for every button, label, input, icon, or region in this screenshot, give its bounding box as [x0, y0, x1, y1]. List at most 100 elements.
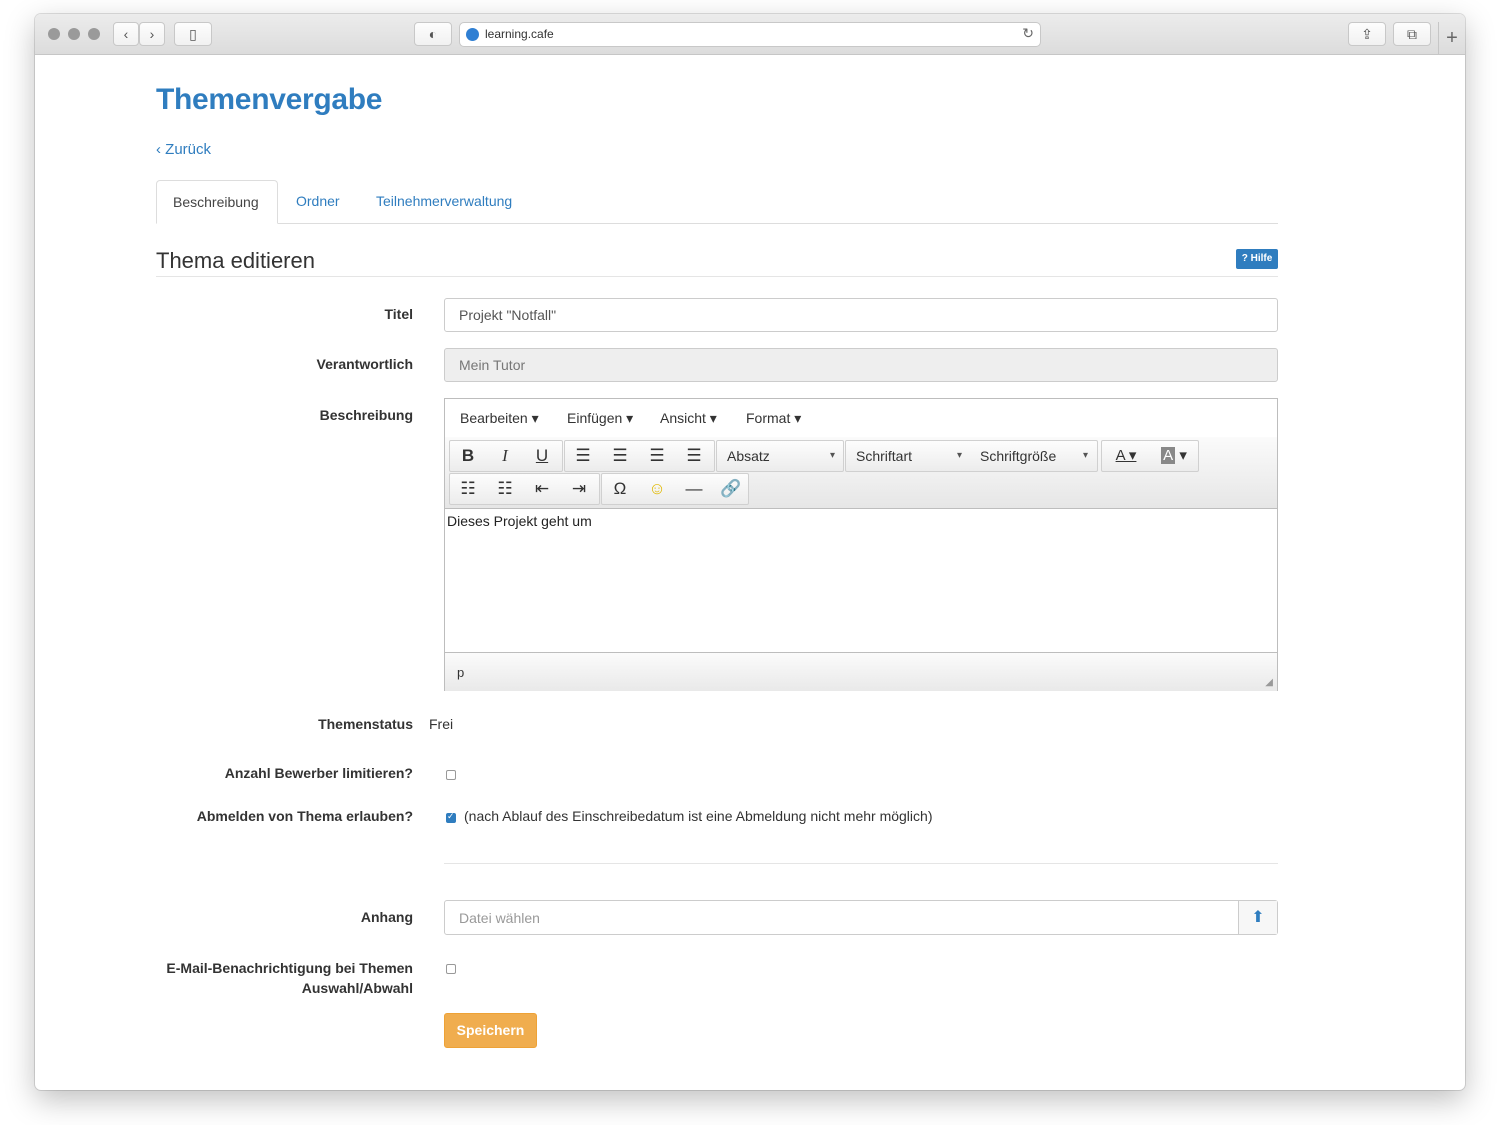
verantwortlich-input: Mein Tutor: [444, 348, 1278, 382]
align-group: ☰ ☰ ☰ ☰: [564, 440, 715, 472]
menu-bearbeiten[interactable]: Bearbeiten ▾: [460, 410, 539, 427]
new-tab-button[interactable]: +: [1438, 22, 1465, 54]
help-button[interactable]: ? Hilfe: [1236, 249, 1278, 269]
color-group: A ▾ A ▾: [1101, 440, 1199, 472]
tab-teilnehmerverwaltung[interactable]: Teilnehmerverwaltung: [360, 180, 528, 223]
menu-ansicht-label: Ansicht: [660, 410, 706, 426]
address-bar[interactable]: learning.cafe ↻: [459, 22, 1041, 47]
underline-icon[interactable]: U: [524, 441, 560, 471]
block-format-label: Absatz ▾: [717, 441, 843, 471]
abmelden-checkbox[interactable]: [446, 811, 456, 823]
font-family-dropdown[interactable]: Schriftart ▾: [846, 441, 970, 471]
menu-bearbeiten-label: Bearbeiten: [460, 410, 528, 426]
resize-grip-icon[interactable]: ◢: [1265, 677, 1273, 688]
browser-window: ‹ › ▯ ◐ learning.cafe ↻ ⇪ ⧉ + Themenverg…: [35, 14, 1465, 1090]
titel-input[interactable]: Projekt "Notfall": [444, 298, 1278, 332]
indent-icon[interactable]: ⇥: [561, 474, 597, 504]
reload-icon[interactable]: ↻: [1022, 25, 1034, 42]
block-format-dropdown[interactable]: Absatz ▾: [716, 440, 844, 472]
editor-toolbar: B I U ☰ ☰ ☰ ☰ Absatz ▾ Schriftart ▾ Schrif…: [445, 437, 1277, 509]
question-icon: ?: [1241, 253, 1251, 264]
text-color-icon[interactable]: A ▾: [1102, 441, 1150, 471]
outdent-icon[interactable]: ⇤: [524, 474, 560, 504]
email-label-line2: Auswahl/Abwahl: [301, 980, 413, 996]
italic-icon[interactable]: I: [487, 441, 523, 471]
form-divider: [444, 863, 1278, 864]
menu-einfuegen-label: Einfügen: [567, 410, 623, 426]
align-center-icon[interactable]: ☰: [639, 441, 675, 471]
plus-icon: +: [1446, 27, 1458, 49]
abmelden-note: (nach Ablauf des Einschreibedatum ist ei…: [464, 808, 933, 824]
url-text: learning.cafe: [485, 27, 554, 41]
numbered-list-icon[interactable]: ☷: [487, 474, 523, 504]
chevron-left-icon: ‹: [156, 141, 166, 158]
minimize-window-icon[interactable]: [68, 28, 80, 40]
tab-ordner[interactable]: Ordner: [280, 180, 356, 223]
font-size-dropdown[interactable]: Schriftgröße ▾: [970, 441, 1096, 471]
file-input[interactable]: Datei wählen ⬆: [444, 900, 1278, 935]
editor-statusbar: p ◢: [445, 652, 1277, 691]
caret-icon: ▾: [1082, 450, 1088, 461]
omega-icon[interactable]: Ω: [602, 474, 638, 504]
browser-titlebar: ‹ › ▯ ◐ learning.cafe ↻ ⇪ ⧉ +: [35, 14, 1465, 55]
email-label-line1: E-Mail-Benachrichtigung bei Themen: [166, 960, 413, 976]
sidebar-toggle-button[interactable]: ▯: [174, 22, 212, 46]
upload-button[interactable]: ⬆: [1238, 901, 1277, 934]
rich-text-editor: Bearbeiten ▾ Einfügen ▾ Ansicht ▾ Format…: [444, 398, 1278, 691]
shield-icon: ◐: [428, 26, 438, 42]
abmelden-label: Abmelden von Thema erlauben?: [196, 808, 413, 824]
bullet-list-icon[interactable]: ☷: [450, 474, 486, 504]
font-family-value: Schriftart: [856, 448, 913, 464]
block-format-value: Absatz: [727, 448, 770, 464]
verantwortlich-label: Verantwortlich: [316, 356, 413, 372]
align-right-icon[interactable]: ☰: [602, 441, 638, 471]
link-icon[interactable]: 🔗: [713, 474, 749, 504]
caret-icon: ▾: [829, 450, 835, 461]
anzahl-label: Anzahl Bewerber limitieren?: [224, 765, 413, 781]
anhang-label: Anhang: [360, 909, 413, 925]
background-color-icon[interactable]: A ▾: [1150, 441, 1198, 471]
tab-beschreibung[interactable]: Beschreibung: [156, 180, 278, 224]
share-icon: ⇪: [1361, 25, 1373, 42]
email-checkbox[interactable]: [446, 964, 456, 974]
section-divider: [156, 276, 1278, 277]
back-link-label: Zurück: [165, 141, 212, 158]
tabs-icon: ⧉: [1407, 25, 1417, 42]
format-group: B I U: [449, 440, 563, 472]
page-title: Themenvergabe: [156, 83, 383, 116]
tab-bar: Beschreibung Ordner Teilnehmerverwaltung: [156, 180, 1278, 224]
share-button[interactable]: ⇪: [1348, 22, 1386, 46]
chevron-right-icon: ›: [149, 26, 155, 42]
emoticon-icon[interactable]: ☺: [639, 474, 675, 504]
anzahl-checkbox[interactable]: [446, 770, 456, 780]
menu-einfuegen[interactable]: Einfügen ▾: [567, 410, 633, 427]
forward-nav-button[interactable]: ›: [139, 22, 165, 46]
align-justify-icon[interactable]: ☰: [565, 441, 601, 471]
font-dropdowns: Schriftart ▾ Schriftgröße ▾: [845, 440, 1098, 472]
align-left-icon[interactable]: ☰: [676, 441, 712, 471]
tabs-overview-button[interactable]: ⧉: [1393, 22, 1431, 46]
menu-ansicht[interactable]: Ansicht ▾: [660, 410, 717, 427]
maximize-window-icon[interactable]: [88, 28, 100, 40]
beschreibung-label: Beschreibung: [319, 407, 413, 423]
editor-content[interactable]: Dieses Projekt geht um: [445, 509, 1277, 652]
menu-format[interactable]: Format ▾: [746, 410, 801, 427]
titel-label: Titel: [384, 306, 413, 322]
back-nav-button[interactable]: ‹: [113, 22, 139, 46]
horizontal-rule-icon[interactable]: —: [676, 474, 712, 504]
globe-icon: [466, 28, 479, 41]
file-placeholder: Datei wählen: [459, 910, 540, 926]
back-link[interactable]: ‹ Zurück: [156, 141, 211, 158]
help-label: Hilfe: [1250, 253, 1273, 264]
close-window-icon[interactable]: [48, 28, 60, 40]
list-group: ☷ ☷ ⇤ ⇥: [449, 473, 600, 505]
chevron-left-icon: ‹: [123, 26, 129, 42]
themenstatus-label: Themenstatus: [318, 716, 413, 732]
editor-menubar: Bearbeiten ▾ Einfügen ▾ Ansicht ▾ Format…: [445, 399, 1277, 438]
privacy-button[interactable]: ◐: [414, 22, 452, 46]
bold-icon[interactable]: B: [450, 441, 486, 471]
save-button[interactable]: Speichern: [444, 1013, 537, 1048]
caret-icon: ▾: [956, 450, 962, 461]
menu-format-label: Format: [746, 410, 791, 426]
insert-group: Ω ☺ — 🔗: [601, 473, 749, 505]
